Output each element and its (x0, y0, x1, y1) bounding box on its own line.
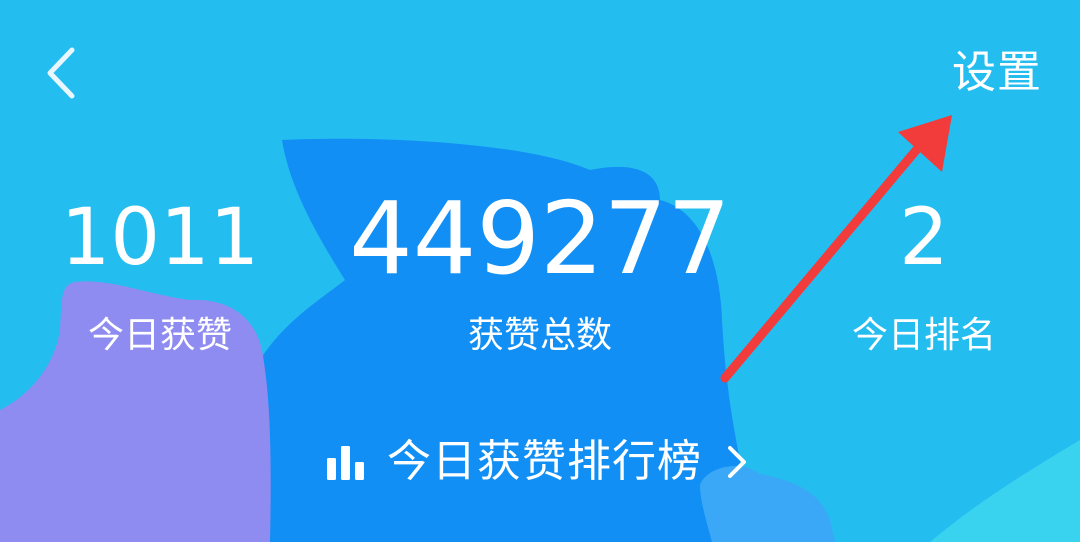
total-likes-stat: 449277 获赞总数 (330, 186, 750, 358)
back-button[interactable] (36, 38, 90, 108)
today-rank-stat: 2 今日排名 (824, 196, 1024, 358)
today-leaderboard-link[interactable]: 今日获赞排行榜 (325, 430, 750, 494)
chevron-left-icon (47, 47, 75, 99)
corner-light-shape (930, 440, 1080, 542)
total-likes-label: 获赞总数 (467, 315, 612, 356)
chevron-right-icon (724, 442, 750, 482)
today-likes-stat: 1011 今日获赞 (50, 196, 270, 358)
total-likes-value: 449277 (349, 180, 731, 297)
today-likes-label: 今日获赞 (87, 315, 232, 356)
leaderboard-label: 今日获赞排行榜 (387, 436, 702, 487)
today-likes-value: 1011 (60, 193, 260, 283)
bar-chart-icon (325, 442, 367, 482)
likes-summary-screen: 设置 1011 今日获赞 449277 获赞总数 2 今日排名 今日获赞排行榜 (0, 0, 1080, 542)
today-rank-label: 今日排名 (851, 315, 996, 356)
settings-button[interactable]: 设置 (952, 44, 1042, 102)
today-rank-value: 2 (899, 193, 949, 283)
